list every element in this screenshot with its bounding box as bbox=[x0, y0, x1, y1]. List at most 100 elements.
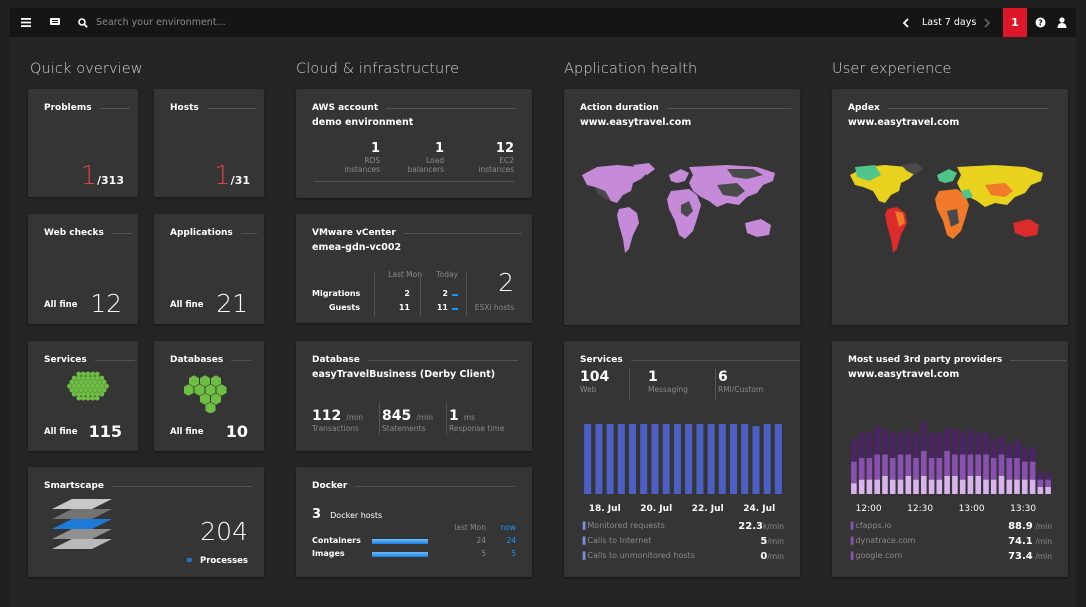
chart-bar-segment bbox=[921, 476, 927, 494]
problems-badge[interactable]: 1 bbox=[1003, 8, 1027, 37]
row-label: Guests bbox=[328, 303, 360, 312]
chart-bar-segment bbox=[952, 454, 958, 476]
row-value: 24 bbox=[506, 536, 516, 545]
world-map-action-duration bbox=[582, 163, 775, 253]
divider bbox=[446, 403, 447, 435]
databases-tile[interactable]: Databases All fine 10 bbox=[154, 341, 264, 451]
tile-title: Most used 3rd party providers bbox=[848, 355, 1003, 365]
section-title-cloud: Cloud & infrastructure bbox=[296, 61, 460, 77]
chart-bar-segment bbox=[990, 479, 997, 494]
chart-bar bbox=[662, 424, 670, 494]
search-input[interactable] bbox=[96, 14, 356, 31]
chart-bar-segment bbox=[1037, 472, 1044, 480]
problems-tile[interactable]: Problems 1/313 bbox=[28, 89, 138, 197]
problems-count: 1 bbox=[80, 161, 98, 191]
metric-unit: /min bbox=[346, 413, 363, 422]
service-hexagon bbox=[95, 383, 100, 389]
service-hexagon bbox=[78, 387, 84, 393]
chart-legend-icon: ▐ bbox=[580, 522, 586, 530]
chart-bar-segment bbox=[967, 476, 974, 494]
chart-bar-segment bbox=[874, 425, 880, 455]
chart-bar-segment bbox=[936, 479, 943, 494]
metric-value: 1 bbox=[434, 141, 444, 156]
tile-title: Apdex bbox=[848, 103, 880, 113]
chart-bar bbox=[606, 424, 614, 494]
chart-bar-segment bbox=[874, 479, 880, 494]
chart-bar-segment bbox=[905, 429, 912, 455]
chart-bar-segment bbox=[1037, 486, 1044, 494]
service-hexagon bbox=[81, 395, 86, 401]
chart-bar-segment bbox=[858, 458, 865, 480]
apdex-tile[interactable]: Apdex www.easytravel.com bbox=[832, 89, 1068, 325]
tile-title: AWS account bbox=[312, 103, 379, 113]
metric-value: 12 bbox=[495, 141, 514, 156]
chart-bar bbox=[774, 424, 782, 494]
smartscape-tile[interactable]: Smartscape 204 ⚭ Processes bbox=[28, 467, 264, 577]
chart-bar-segment bbox=[913, 458, 919, 480]
legend-row: ▐ google.com 73.4 /min bbox=[848, 551, 1052, 562]
service-count-messaging: 1 Messaging bbox=[648, 369, 716, 401]
service-hexagon bbox=[90, 395, 95, 401]
row-value: 5 bbox=[511, 549, 516, 558]
chart-legend-icon: ▐ bbox=[848, 522, 854, 530]
legend-unit: /min bbox=[767, 537, 784, 546]
chart-bar-segment bbox=[874, 454, 880, 480]
row-label: Images bbox=[312, 549, 345, 558]
chart-bar bbox=[640, 424, 648, 494]
chart-bar-segment bbox=[905, 454, 912, 476]
divider bbox=[374, 272, 375, 316]
third-party-tile[interactable]: Most used 3rd party providers www.easytr… bbox=[832, 341, 1068, 577]
images-bar bbox=[372, 552, 428, 557]
services-chart-tile[interactable]: Services 104 Web 1 Messaging 6 RMI/Custo… bbox=[564, 341, 800, 577]
hamburger-icon[interactable] bbox=[18, 8, 34, 37]
tile-title: Services bbox=[580, 355, 623, 365]
time-range-selector[interactable]: Last 7 days bbox=[922, 8, 976, 37]
section-title-quick-overview: Quick overview bbox=[30, 61, 143, 77]
smartscape-layer bbox=[52, 509, 112, 519]
metric-value: 1 bbox=[370, 141, 380, 156]
help-icon[interactable]: ? bbox=[1032, 8, 1048, 37]
vmware-tile[interactable]: VMware vCenter emea-gdn-vc002 Last Mon T… bbox=[296, 214, 532, 323]
chart-bar-segment bbox=[944, 450, 950, 476]
chart-bar-segment bbox=[990, 458, 997, 480]
hosts-tile[interactable]: Hosts 1/31 bbox=[154, 89, 264, 197]
x-tick-label: 13:30 bbox=[1010, 504, 1036, 514]
service-hexagon bbox=[104, 383, 109, 389]
chart-bar-segment bbox=[998, 436, 1005, 455]
search-icon[interactable] bbox=[76, 8, 90, 37]
chevron-right-icon[interactable] bbox=[980, 8, 994, 37]
processes-label: Processes bbox=[199, 555, 248, 566]
smartscape-layers-graphic bbox=[52, 499, 112, 549]
metric-value: 845 bbox=[382, 408, 412, 424]
user-icon[interactable] bbox=[1054, 8, 1070, 37]
chart-bar-segment bbox=[983, 479, 989, 494]
chart-bar-segment bbox=[983, 454, 989, 480]
database-tile[interactable]: Database easyTravelBusiness (Derby Clien… bbox=[296, 341, 532, 451]
applications-tile[interactable]: Applications All fine 21 bbox=[154, 214, 264, 324]
chevron-left-icon[interactable] bbox=[898, 8, 912, 37]
services-value: 115 bbox=[88, 422, 122, 441]
legend-row: ▐ Calls to unmonitored hosts 0/min bbox=[580, 551, 784, 562]
chat-icon[interactable] bbox=[48, 8, 62, 37]
service-hexagon bbox=[76, 383, 81, 389]
divider bbox=[466, 272, 467, 316]
row-value: 2 bbox=[404, 289, 410, 298]
web-checks-tile[interactable]: Web checks All fine 12 bbox=[28, 214, 138, 324]
svg-text:?: ? bbox=[1038, 18, 1043, 27]
chart-bar bbox=[763, 424, 771, 494]
services-tile[interactable]: Services All fine 115 bbox=[28, 341, 138, 451]
legend-unit: k/min bbox=[762, 522, 784, 531]
docker-tile[interactable]: Docker 3 Docker hosts last Mon now Conta… bbox=[296, 467, 532, 577]
metric-label: Statements bbox=[382, 424, 426, 433]
chart-bar-segment bbox=[905, 476, 912, 494]
chart-bar bbox=[741, 424, 749, 494]
chart-bar bbox=[584, 424, 592, 494]
aws-tile[interactable]: AWS account demo environment 1 RDS insta… bbox=[296, 89, 532, 198]
esxi-hosts-value: 2 bbox=[498, 268, 514, 297]
service-hexagon bbox=[95, 375, 100, 381]
action-duration-tile[interactable]: Action duration www.easytravel.com bbox=[564, 89, 800, 325]
chart-bar-segment bbox=[967, 429, 974, 455]
database-hexagon bbox=[216, 384, 227, 396]
chart-bar-segment bbox=[882, 429, 888, 455]
chart-bar bbox=[696, 424, 704, 494]
